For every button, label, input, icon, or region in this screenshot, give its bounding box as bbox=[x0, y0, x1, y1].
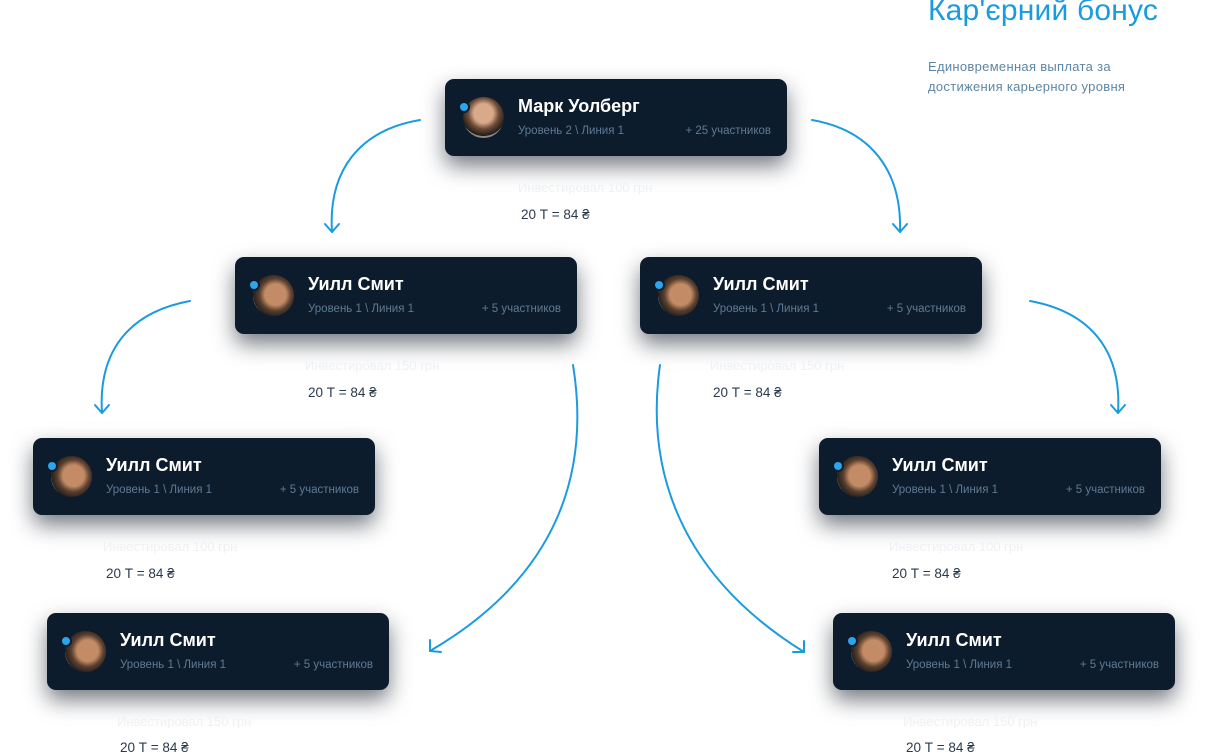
member-name: Уилл Смит bbox=[120, 630, 216, 650]
member-card[interactable]: Уилл Смит Уровень 1 \ Линия 1 + 5 участн… bbox=[235, 257, 577, 334]
rate-label: 20 Т = 84 ₴ bbox=[906, 740, 975, 755]
member-level: Уровень 1 \ Линия 1 bbox=[892, 484, 999, 496]
invest-label: Инвестировал 100 грн bbox=[889, 539, 1024, 554]
invest-label: Инвестировал 150 грн bbox=[117, 714, 252, 729]
arrow-root-to-right bbox=[811, 119, 902, 233]
arrow-left-to-far-left bbox=[100, 300, 191, 414]
user-avatar-icon bbox=[851, 631, 892, 672]
member-level: Уровень 1 \ Линия 1 bbox=[713, 303, 820, 315]
user-avatar-icon bbox=[837, 456, 878, 497]
online-status-icon bbox=[848, 637, 856, 645]
member-count: + 5 участников bbox=[1065, 484, 1145, 496]
member-level: Уровень 2 \ Линия 1 bbox=[518, 125, 625, 137]
arrow-right-to-far-right bbox=[1029, 300, 1120, 414]
member-card[interactable]: Уилл Смит Уровень 1 \ Линия 1 + 5 участн… bbox=[33, 438, 375, 515]
member-card-root[interactable]: Марк Уолберг Уровень 2 \ Линия 1 + 25 уч… bbox=[445, 79, 787, 156]
user-avatar-icon bbox=[65, 631, 106, 672]
member-card[interactable]: Уилл Смит Уровень 1 \ Линия 1 + 5 участн… bbox=[819, 438, 1161, 515]
user-avatar-icon bbox=[658, 275, 699, 316]
invest-label: Инвестировал 150 грн bbox=[305, 358, 440, 373]
online-status-icon bbox=[250, 281, 258, 289]
arrow-left-to-bottom-left bbox=[429, 364, 579, 652]
rate-label: 20 Т = 84 ₴ bbox=[521, 207, 590, 222]
member-count: + 5 участников bbox=[1079, 659, 1159, 671]
user-avatar-icon bbox=[463, 97, 504, 138]
online-status-icon bbox=[834, 462, 842, 470]
invest-label: Инвестировал 150 грн bbox=[710, 358, 845, 373]
user-avatar-icon bbox=[51, 456, 92, 497]
rate-label: 20 Т = 84 ₴ bbox=[308, 385, 377, 400]
invest-label: Инвестировал 100 грн bbox=[103, 539, 238, 554]
member-card[interactable]: Уилл Смит Уровень 1 \ Линия 1 + 5 участн… bbox=[833, 613, 1175, 690]
member-count: + 5 участников bbox=[293, 659, 373, 671]
invest-label: Инвестировал 100 грн bbox=[518, 180, 653, 195]
member-level: Уровень 1 \ Линия 1 bbox=[906, 659, 1013, 671]
rate-label: 20 Т = 84 ₴ bbox=[713, 385, 782, 400]
member-count: + 5 участников bbox=[481, 303, 561, 315]
member-level: Уровень 1 \ Линия 1 bbox=[120, 659, 227, 671]
member-count: + 5 участников bbox=[279, 484, 359, 496]
rate-label: 20 Т = 84 ₴ bbox=[892, 566, 961, 581]
member-level: Уровень 1 \ Линия 1 bbox=[106, 484, 213, 496]
member-level: Уровень 1 \ Линия 1 bbox=[308, 303, 415, 315]
rate-label: 20 Т = 84 ₴ bbox=[120, 740, 189, 755]
invest-label: Инвестировал 150 грн bbox=[903, 714, 1038, 729]
online-status-icon bbox=[460, 103, 468, 111]
member-count: + 5 участников bbox=[886, 303, 966, 315]
member-card[interactable]: Уилл Смит Уровень 1 \ Линия 1 + 5 участн… bbox=[640, 257, 982, 334]
arrow-right-to-bottom-right bbox=[655, 364, 805, 653]
member-name: Уилл Смит bbox=[308, 274, 404, 294]
online-status-icon bbox=[655, 281, 663, 289]
user-avatar-icon bbox=[253, 275, 294, 316]
member-name: Уилл Смит bbox=[106, 455, 202, 475]
arrow-root-to-left bbox=[330, 119, 421, 233]
member-name: Уилл Смит bbox=[892, 455, 988, 475]
member-count: + 25 участников bbox=[685, 125, 772, 137]
rate-label: 20 Т = 84 ₴ bbox=[106, 566, 175, 581]
online-status-icon bbox=[48, 462, 56, 470]
member-name: Уилл Смит bbox=[906, 630, 1002, 650]
member-name: Уилл Смит bbox=[713, 274, 809, 294]
member-name: Марк Уолберг bbox=[518, 96, 640, 116]
member-card[interactable]: Уилл Смит Уровень 1 \ Линия 1 + 5 участн… bbox=[47, 613, 389, 690]
online-status-icon bbox=[62, 637, 70, 645]
